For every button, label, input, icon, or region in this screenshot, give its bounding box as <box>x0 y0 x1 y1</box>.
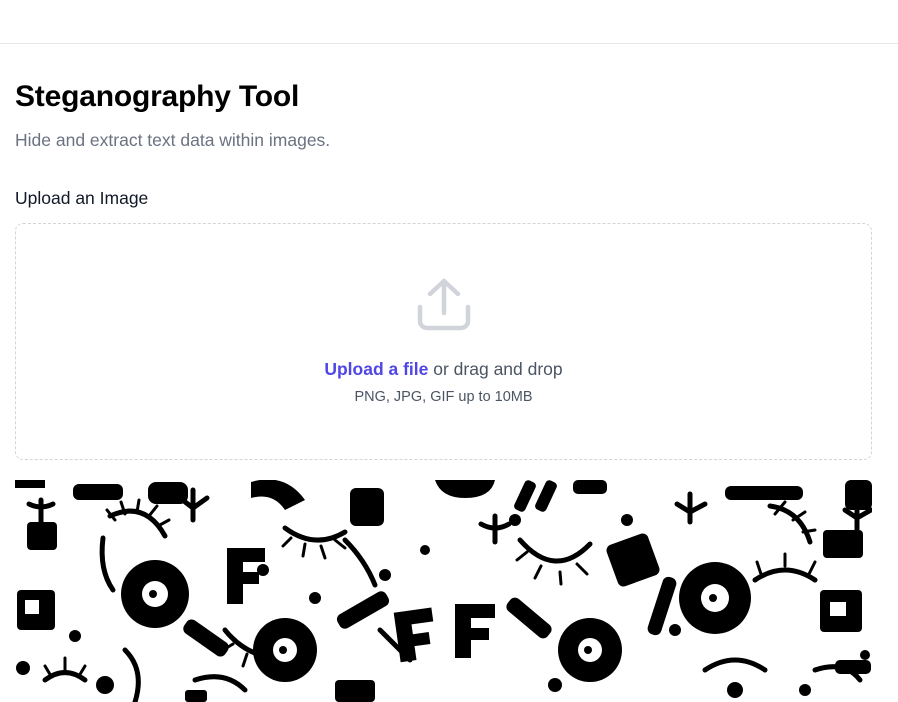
upload-instructions: Upload a file or drag and drop <box>16 358 871 380</box>
top-bar <box>0 0 898 44</box>
page-subtitle: Hide and extract text data within images… <box>15 130 331 150</box>
image-preview <box>15 480 872 702</box>
upload-file-link[interactable]: Upload a file <box>324 359 428 379</box>
preview-pattern <box>15 480 872 702</box>
upload-label: Upload an Image <box>15 188 149 208</box>
drag-drop-text: or drag and drop <box>428 359 563 379</box>
page-title: Steganography Tool <box>15 80 300 113</box>
upload-icon <box>417 278 471 331</box>
file-dropzone[interactable]: Upload a file or drag and drop PNG, JPG,… <box>15 223 872 460</box>
upload-file-types-hint: PNG, JPG, GIF up to 10MB <box>354 389 533 405</box>
